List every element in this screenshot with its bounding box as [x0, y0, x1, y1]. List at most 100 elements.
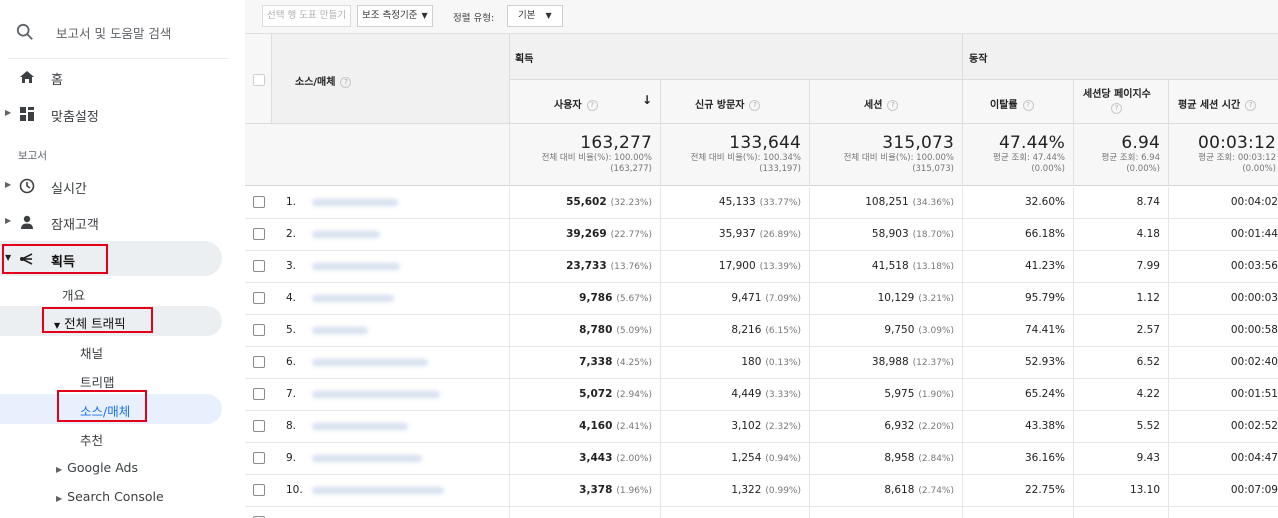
sort-type-dropdown[interactable]: 기본 ▼ — [507, 5, 563, 27]
bounce-rate-cell: 74.41% — [963, 315, 1074, 346]
total-subtext: 평균 조회: 6.94 — [1101, 153, 1160, 163]
sidebar-item-audience[interactable]: ▶ 잠재고객 — [0, 207, 243, 237]
row-checkbox[interactable] — [253, 292, 265, 304]
sidebar-item-customization[interactable]: ▶ 맞춤설정 — [0, 99, 243, 129]
row-checkbox[interactable] — [253, 228, 265, 240]
sidebar-item-label: 잠재고객 — [51, 218, 99, 233]
avg-session-duration-cell: 00:00:03 — [1169, 283, 1278, 314]
sessions-cell: 10,129 (3.21%) — [810, 283, 963, 314]
redacted-source-link[interactable] — [312, 359, 428, 366]
help-icon[interactable]: ? — [1022, 99, 1034, 111]
cell-value: 5,975 — [884, 388, 915, 400]
sidebar-item-referrals[interactable]: 추천 — [80, 430, 103, 449]
secondary-dimension-dropdown[interactable]: 보조 측정기준 ▼ — [357, 5, 433, 27]
row-checkbox[interactable] — [253, 420, 265, 432]
table-row[interactable]: 9. 3,443 (2.00%) 1,254 (0.94%) 8,958 (2.84%… — [245, 443, 1278, 475]
row-checkbox[interactable] — [253, 452, 265, 464]
cell-value: 8,780 — [579, 324, 613, 336]
cell-percent: (32.23%) — [610, 198, 652, 208]
sidebar-item-label: 실시간 — [51, 182, 87, 197]
dimension-header-label: 소스/매체 — [295, 77, 336, 88]
totals-cell-pages-per-session: 6.94 평균 조회: 6.94 (0.00%) — [1074, 124, 1169, 186]
help-icon[interactable]: ? — [1245, 99, 1257, 111]
table-row[interactable]: 10. 3,378 (1.96%) 1,322 (0.99%) 8,618 (2.74… — [245, 475, 1278, 507]
help-icon[interactable]: ? — [1111, 103, 1122, 114]
sidebar-item-search-console[interactable]: ▶ Search Console — [56, 489, 164, 504]
row-checkbox[interactable] — [253, 356, 265, 368]
select-all-checkbox[interactable] — [253, 74, 265, 86]
help-icon[interactable]: ? — [749, 99, 761, 111]
sidebar-item-home[interactable]: 홈 — [0, 62, 243, 92]
help-icon[interactable]: ? — [887, 99, 899, 111]
sidebar-item-channels[interactable]: 채널 — [80, 343, 103, 362]
column-header-users[interactable]: 사용자? ↓ — [510, 80, 661, 124]
expand-arrow-icon: ▶ — [56, 494, 63, 503]
highlight-box — [42, 307, 153, 333]
row-checkbox[interactable] — [253, 388, 265, 400]
table-row[interactable]: 3. 23,733 (13.76%) 17,900 (13.39%) 41,518(… — [245, 251, 1278, 283]
bounce-rate-cell: 22.75% — [963, 475, 1074, 506]
total-value: 00:03:12 — [1198, 133, 1276, 153]
column-header-pages-per-session[interactable]: 세션당 페이지수 ? — [1074, 80, 1169, 124]
table-row[interactable]: 2. 39,269 (22.77%) 35,937 (26.89%) 58,903(… — [245, 219, 1278, 251]
new-visitors-cell: 8,216 (6.15%) — [661, 315, 810, 346]
dimension-cell — [272, 507, 510, 518]
cell-value: 8,618 — [884, 484, 915, 496]
column-header-new-visitors[interactable]: 신규 방문자? — [661, 80, 810, 124]
row-checkbox[interactable] — [253, 196, 265, 208]
group-header-label: 획득 — [515, 54, 534, 65]
dropdown-caret-icon: ▼ — [421, 11, 428, 20]
redacted-source-link[interactable] — [312, 263, 400, 270]
help-icon[interactable]: ? — [586, 99, 598, 111]
sort-type-value: 기본 — [518, 10, 536, 21]
sort-desc-arrow-icon[interactable]: ↓ — [642, 93, 652, 107]
sidebar-item-realtime[interactable]: ▶ 실시간 — [0, 171, 243, 201]
redacted-source-link[interactable] — [312, 231, 380, 238]
secondary-dimension-label: 보조 측정기준 — [362, 10, 418, 21]
column-header-label: 세션 — [864, 100, 883, 111]
cell-percent: (2.74%) — [918, 486, 954, 496]
row-checkbox[interactable] — [253, 324, 265, 336]
search-box[interactable]: 보고서 및 도움말 검색 — [0, 8, 228, 54]
cell-value: 10,129 — [877, 292, 915, 304]
row-checkbox[interactable] — [253, 260, 265, 272]
cell-percent: (12.37%) — [912, 358, 954, 368]
bounce-rate-cell: 36.16% — [963, 443, 1074, 474]
column-header-sessions[interactable]: 세션? — [810, 80, 963, 124]
redacted-source-link[interactable] — [312, 327, 368, 334]
redacted-source-link[interactable] — [312, 391, 440, 398]
total-value: 163,277 — [580, 133, 652, 153]
column-header-bounce-rate[interactable]: 이탈률? — [963, 80, 1074, 124]
users-cell: 9,786 (5.67%) — [510, 283, 661, 314]
table-row[interactable]: 7. 5,072 (2.94%) 4,449 (3.33%) 5,975 (1.90%… — [245, 379, 1278, 411]
redacted-source-link[interactable] — [312, 295, 394, 302]
cell-value: 23,733 — [566, 260, 607, 272]
create-pivot-button[interactable]: 선택 행 도표 만들기 — [262, 5, 351, 27]
cell-percent: (2.41%) — [616, 422, 652, 432]
cell-value: 41,518 — [871, 260, 909, 272]
acquisition-group-header: 획득 — [510, 34, 963, 80]
sidebar-item-treemaps[interactable]: 트리맵 — [80, 372, 115, 391]
cell-percent: (5.09%) — [616, 326, 652, 336]
users-cell: 23,733 (13.76%) — [510, 251, 661, 282]
table-row[interactable]: 6. 7,338 (4.25%) 180 (0.13%) 38,988 (12.37%… — [245, 347, 1278, 379]
users-cell — [510, 507, 661, 518]
table-row[interactable]: 5. 8,780 (5.09%) 8,216 (6.15%) 9,750 (3.09%… — [245, 315, 1278, 347]
table-row[interactable]: 1. 55,602 (32.23%) 45,133 (33.77%) 108,251… — [245, 187, 1278, 219]
table-row[interactable]: 4. 9,786 (5.67%) 9,471 (7.09%) 10,129 (3.21… — [245, 283, 1278, 315]
cell-value: 58,903 — [871, 228, 909, 240]
row-index: 7. — [286, 388, 297, 400]
help-icon[interactable]: ? — [340, 76, 352, 88]
redacted-source-link[interactable] — [312, 199, 398, 206]
redacted-source-link[interactable] — [312, 455, 422, 462]
redacted-source-link[interactable] — [312, 423, 408, 430]
sidebar-item-google-ads[interactable]: ▶ Google Ads — [56, 460, 138, 475]
sidebar-item-overview[interactable]: 개요 — [62, 285, 85, 304]
table-row[interactable]: 8. 4,160 (2.41%) 3,102 (2.32%) 6,932 (2.20%… — [245, 411, 1278, 443]
dimension-cell: 4. — [272, 283, 510, 314]
sessions-cell: 6,932 (2.20%) — [810, 411, 963, 442]
dimension-column-header[interactable]: 소스/매체? — [272, 34, 510, 124]
column-header-avg-session-duration[interactable]: 평균 세션 시간? — [1169, 80, 1278, 124]
row-checkbox[interactable] — [253, 484, 265, 496]
redacted-source-link[interactable] — [312, 487, 444, 494]
